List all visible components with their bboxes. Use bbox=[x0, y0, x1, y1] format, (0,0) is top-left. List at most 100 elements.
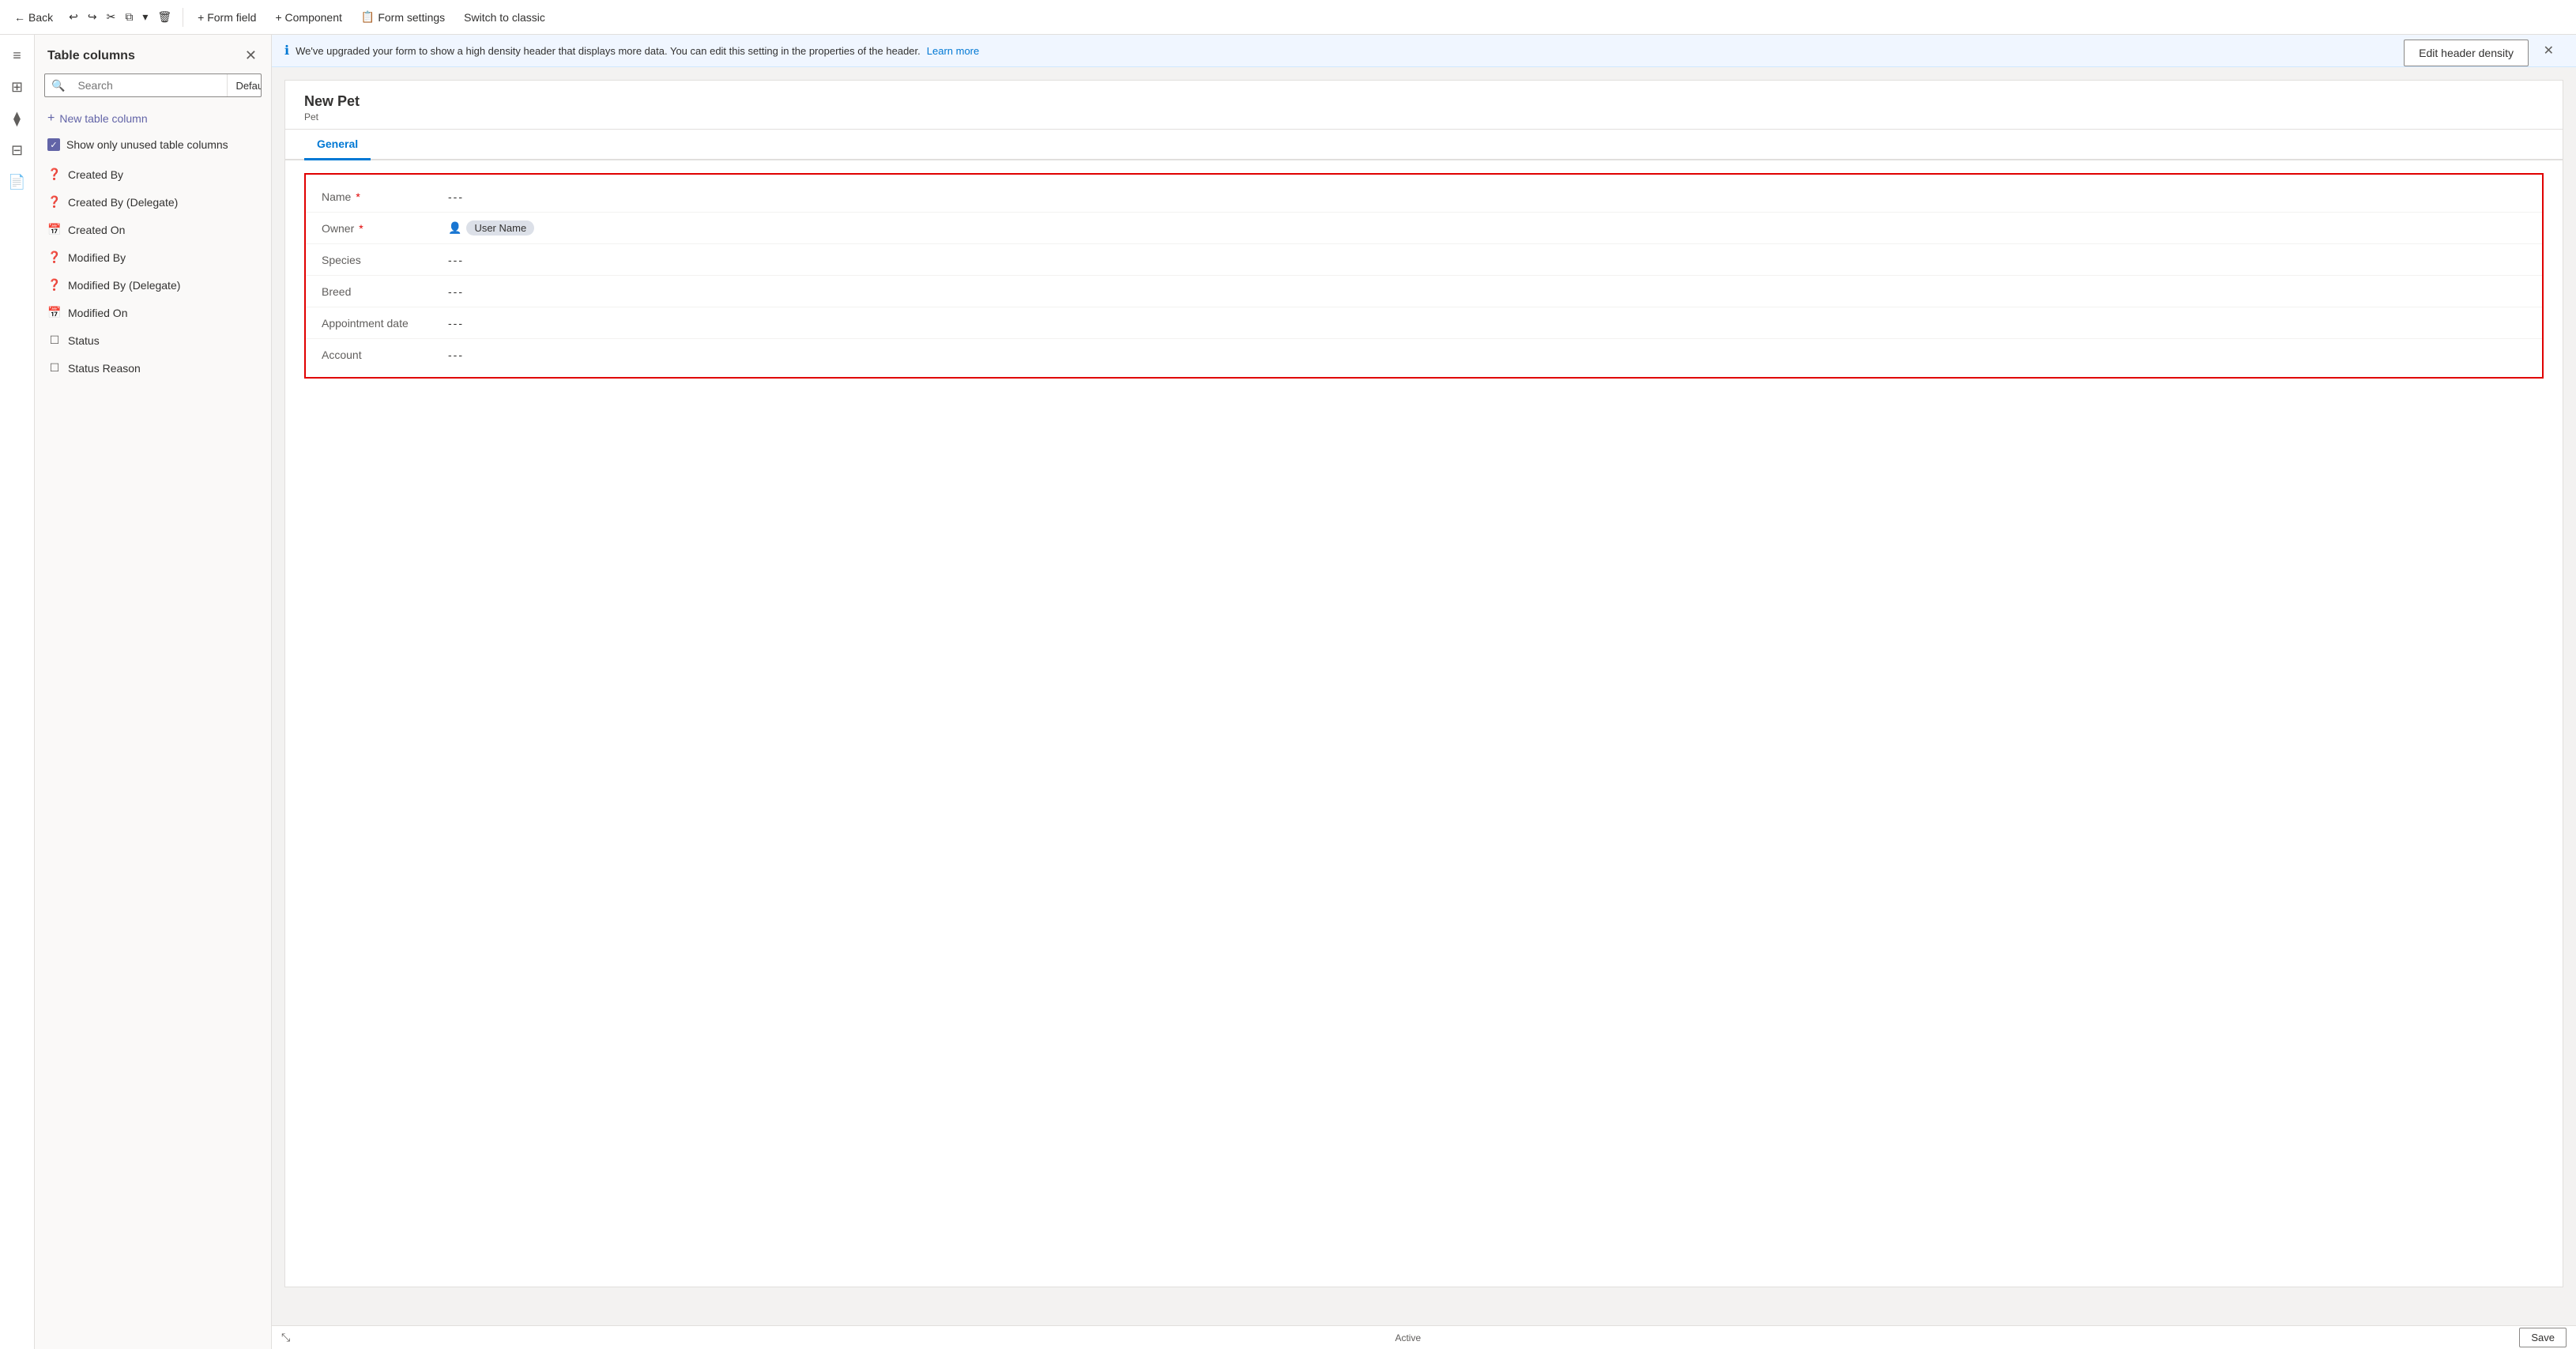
filter-dropdown-button[interactable]: Default ▾ bbox=[227, 74, 262, 96]
field-dots-breed: --- bbox=[448, 285, 464, 298]
tab-general[interactable]: General bbox=[304, 130, 371, 160]
back-label: Back bbox=[28, 11, 53, 24]
owner-chip: User Name bbox=[466, 220, 534, 236]
person-icon: 👤 bbox=[448, 221, 461, 235]
form-field-button[interactable]: + Form field bbox=[190, 8, 264, 27]
sidebar-close-button[interactable]: ✕ bbox=[243, 46, 258, 66]
modified-on-icon: 📅 bbox=[47, 306, 62, 319]
show-unused-toggle[interactable]: ✓ Show only unused table columns bbox=[35, 132, 271, 160]
rail-table-button[interactable]: ⊟ bbox=[3, 136, 32, 164]
plus-icon: + bbox=[47, 111, 55, 126]
rail-layers-button[interactable]: ⧫ bbox=[3, 104, 32, 133]
sidebar-list: ❓ Created By ❓ Created By (Delegate) 📅 C… bbox=[35, 160, 271, 1349]
sidebar-item-created-on[interactable]: 📅 Created On bbox=[35, 216, 271, 243]
redo-button[interactable]: ↪ bbox=[83, 7, 102, 27]
modified-by-icon: ❓ bbox=[47, 251, 62, 264]
sidebar-item-created-by[interactable]: ❓ Created By bbox=[35, 160, 271, 188]
field-row-owner: Owner * 👤 User Name bbox=[306, 213, 2542, 244]
field-label-name: Name * bbox=[322, 190, 448, 203]
cut-button[interactable]: ✂ bbox=[102, 7, 121, 27]
required-indicator-owner: * bbox=[359, 222, 363, 235]
form-subtitle: Pet bbox=[304, 111, 2544, 122]
new-table-column-label: New table column bbox=[59, 112, 147, 125]
sidebar-item-label: Modified By bbox=[68, 251, 126, 264]
form-settings-label: Form settings bbox=[378, 11, 445, 24]
form-area: New Pet Pet General Name * bbox=[272, 67, 2576, 1325]
new-table-column-button[interactable]: + New table column bbox=[35, 105, 271, 132]
sidebar-item-label: Created On bbox=[68, 224, 125, 236]
sidebar-item-label: Modified On bbox=[68, 307, 127, 319]
field-row-species: Species --- bbox=[306, 244, 2542, 276]
copy-button[interactable]: ⧉ bbox=[120, 7, 137, 27]
field-label-owner: Owner * bbox=[322, 222, 448, 235]
field-label-account: Account bbox=[322, 349, 448, 361]
form-canvas: New Pet Pet General Name * bbox=[284, 80, 2563, 1287]
main-layout: ≡ ⊞ ⧫ ⊟ 📄 Table columns ✕ 🔍 Default ▾ + … bbox=[0, 35, 2576, 1349]
field-value-appointment-date[interactable]: --- bbox=[448, 317, 2526, 330]
created-by-icon: ❓ bbox=[47, 168, 62, 181]
component-button[interactable]: + Component bbox=[267, 8, 349, 27]
switch-classic-button[interactable]: Switch to classic bbox=[456, 8, 553, 27]
rail-home-button[interactable]: ⊞ bbox=[3, 73, 32, 101]
info-message: We've upgraded your form to show a high … bbox=[296, 45, 921, 57]
form-header: New Pet Pet bbox=[285, 81, 2563, 130]
field-value-breed[interactable]: --- bbox=[448, 285, 2526, 298]
expand-icon[interactable]: ⤡ bbox=[281, 1331, 290, 1344]
field-dots-species: --- bbox=[448, 254, 464, 266]
form-section-general: Name * --- Owner * 👤 bbox=[304, 173, 2544, 379]
content-area: ℹ We've upgraded your form to show a hig… bbox=[272, 35, 2576, 1349]
sidebar-item-label: Created By bbox=[68, 168, 123, 181]
sidebar-item-modified-by[interactable]: ❓ Modified By bbox=[35, 243, 271, 271]
field-label-appointment-date: Appointment date bbox=[322, 317, 448, 330]
icon-rail: ≡ ⊞ ⧫ ⊟ 📄 bbox=[0, 35, 35, 1349]
checkbox-checked-icon: ✓ bbox=[47, 138, 60, 151]
form-settings-button[interactable]: 📋 Form settings bbox=[353, 7, 453, 27]
info-bar-close-button[interactable]: ✕ bbox=[2531, 35, 2567, 66]
modified-by-delegate-icon: ❓ bbox=[47, 278, 62, 292]
edit-header-density-button[interactable]: Edit header density bbox=[2404, 40, 2529, 66]
back-button[interactable]: ← Back bbox=[6, 8, 61, 27]
form-settings-icon: 📋 bbox=[361, 10, 375, 24]
learn-more-link[interactable]: Learn more bbox=[927, 45, 979, 57]
required-indicator-name: * bbox=[356, 190, 360, 203]
sidebar-item-label: Modified By (Delegate) bbox=[68, 279, 180, 292]
field-dots-account: --- bbox=[448, 349, 464, 361]
sidebar-item-label: Status Reason bbox=[68, 362, 141, 375]
sidebar-search: 🔍 Default ▾ bbox=[44, 73, 262, 97]
delete-button[interactable]: 🗑 bbox=[153, 7, 176, 27]
search-input[interactable] bbox=[71, 74, 227, 96]
undo-button[interactable]: ↩ bbox=[64, 7, 83, 27]
created-on-icon: 📅 bbox=[47, 223, 62, 236]
status-reason-icon: ☐ bbox=[47, 361, 62, 375]
more-button[interactable]: ▾ bbox=[137, 7, 153, 27]
status-bar: ⤡ Active Save bbox=[272, 1325, 2576, 1349]
field-label-breed: Breed bbox=[322, 285, 448, 298]
sidebar-item-modified-on[interactable]: 📅 Modified On bbox=[35, 299, 271, 326]
sidebar-item-modified-by-delegate[interactable]: ❓ Modified By (Delegate) bbox=[35, 271, 271, 299]
sidebar-item-created-by-delegate[interactable]: ❓ Created By (Delegate) bbox=[35, 188, 271, 216]
save-button[interactable]: Save bbox=[2519, 1328, 2567, 1347]
undo-redo-group: ↩ ↪ ✂ ⧉ ▾ 🗑 bbox=[64, 7, 176, 27]
field-row-breed: Breed --- bbox=[306, 276, 2542, 307]
rail-pages-button[interactable]: 📄 bbox=[3, 168, 32, 196]
sidebar-item-status[interactable]: ☐ Status bbox=[35, 326, 271, 354]
sidebar-item-label: Status bbox=[68, 334, 100, 347]
switch-classic-label: Switch to classic bbox=[464, 11, 545, 24]
toolbar: ← Back ↩ ↪ ✂ ⧉ ▾ 🗑 + Form field + Compon… bbox=[0, 0, 2576, 35]
field-row-account: Account --- bbox=[306, 339, 2542, 371]
field-dots-appointment-date: --- bbox=[448, 317, 464, 330]
component-label: + Component bbox=[275, 11, 341, 24]
created-by-delegate-icon: ❓ bbox=[47, 195, 62, 209]
filter-label: Default bbox=[235, 80, 262, 92]
rail-hamburger-button[interactable]: ≡ bbox=[3, 41, 32, 70]
form-field-label: + Form field bbox=[198, 11, 256, 24]
sidebar-item-status-reason[interactable]: ☐ Status Reason bbox=[35, 354, 271, 382]
search-icon: 🔍 bbox=[45, 79, 71, 92]
field-value-account[interactable]: --- bbox=[448, 349, 2526, 361]
back-icon: ← bbox=[14, 11, 25, 24]
status-icon: ☐ bbox=[47, 333, 62, 347]
field-value-owner[interactable]: 👤 User Name bbox=[448, 220, 2526, 236]
field-value-species[interactable]: --- bbox=[448, 254, 2526, 266]
check-icon: ✓ bbox=[50, 140, 57, 150]
field-value-name[interactable]: --- bbox=[448, 190, 2526, 203]
